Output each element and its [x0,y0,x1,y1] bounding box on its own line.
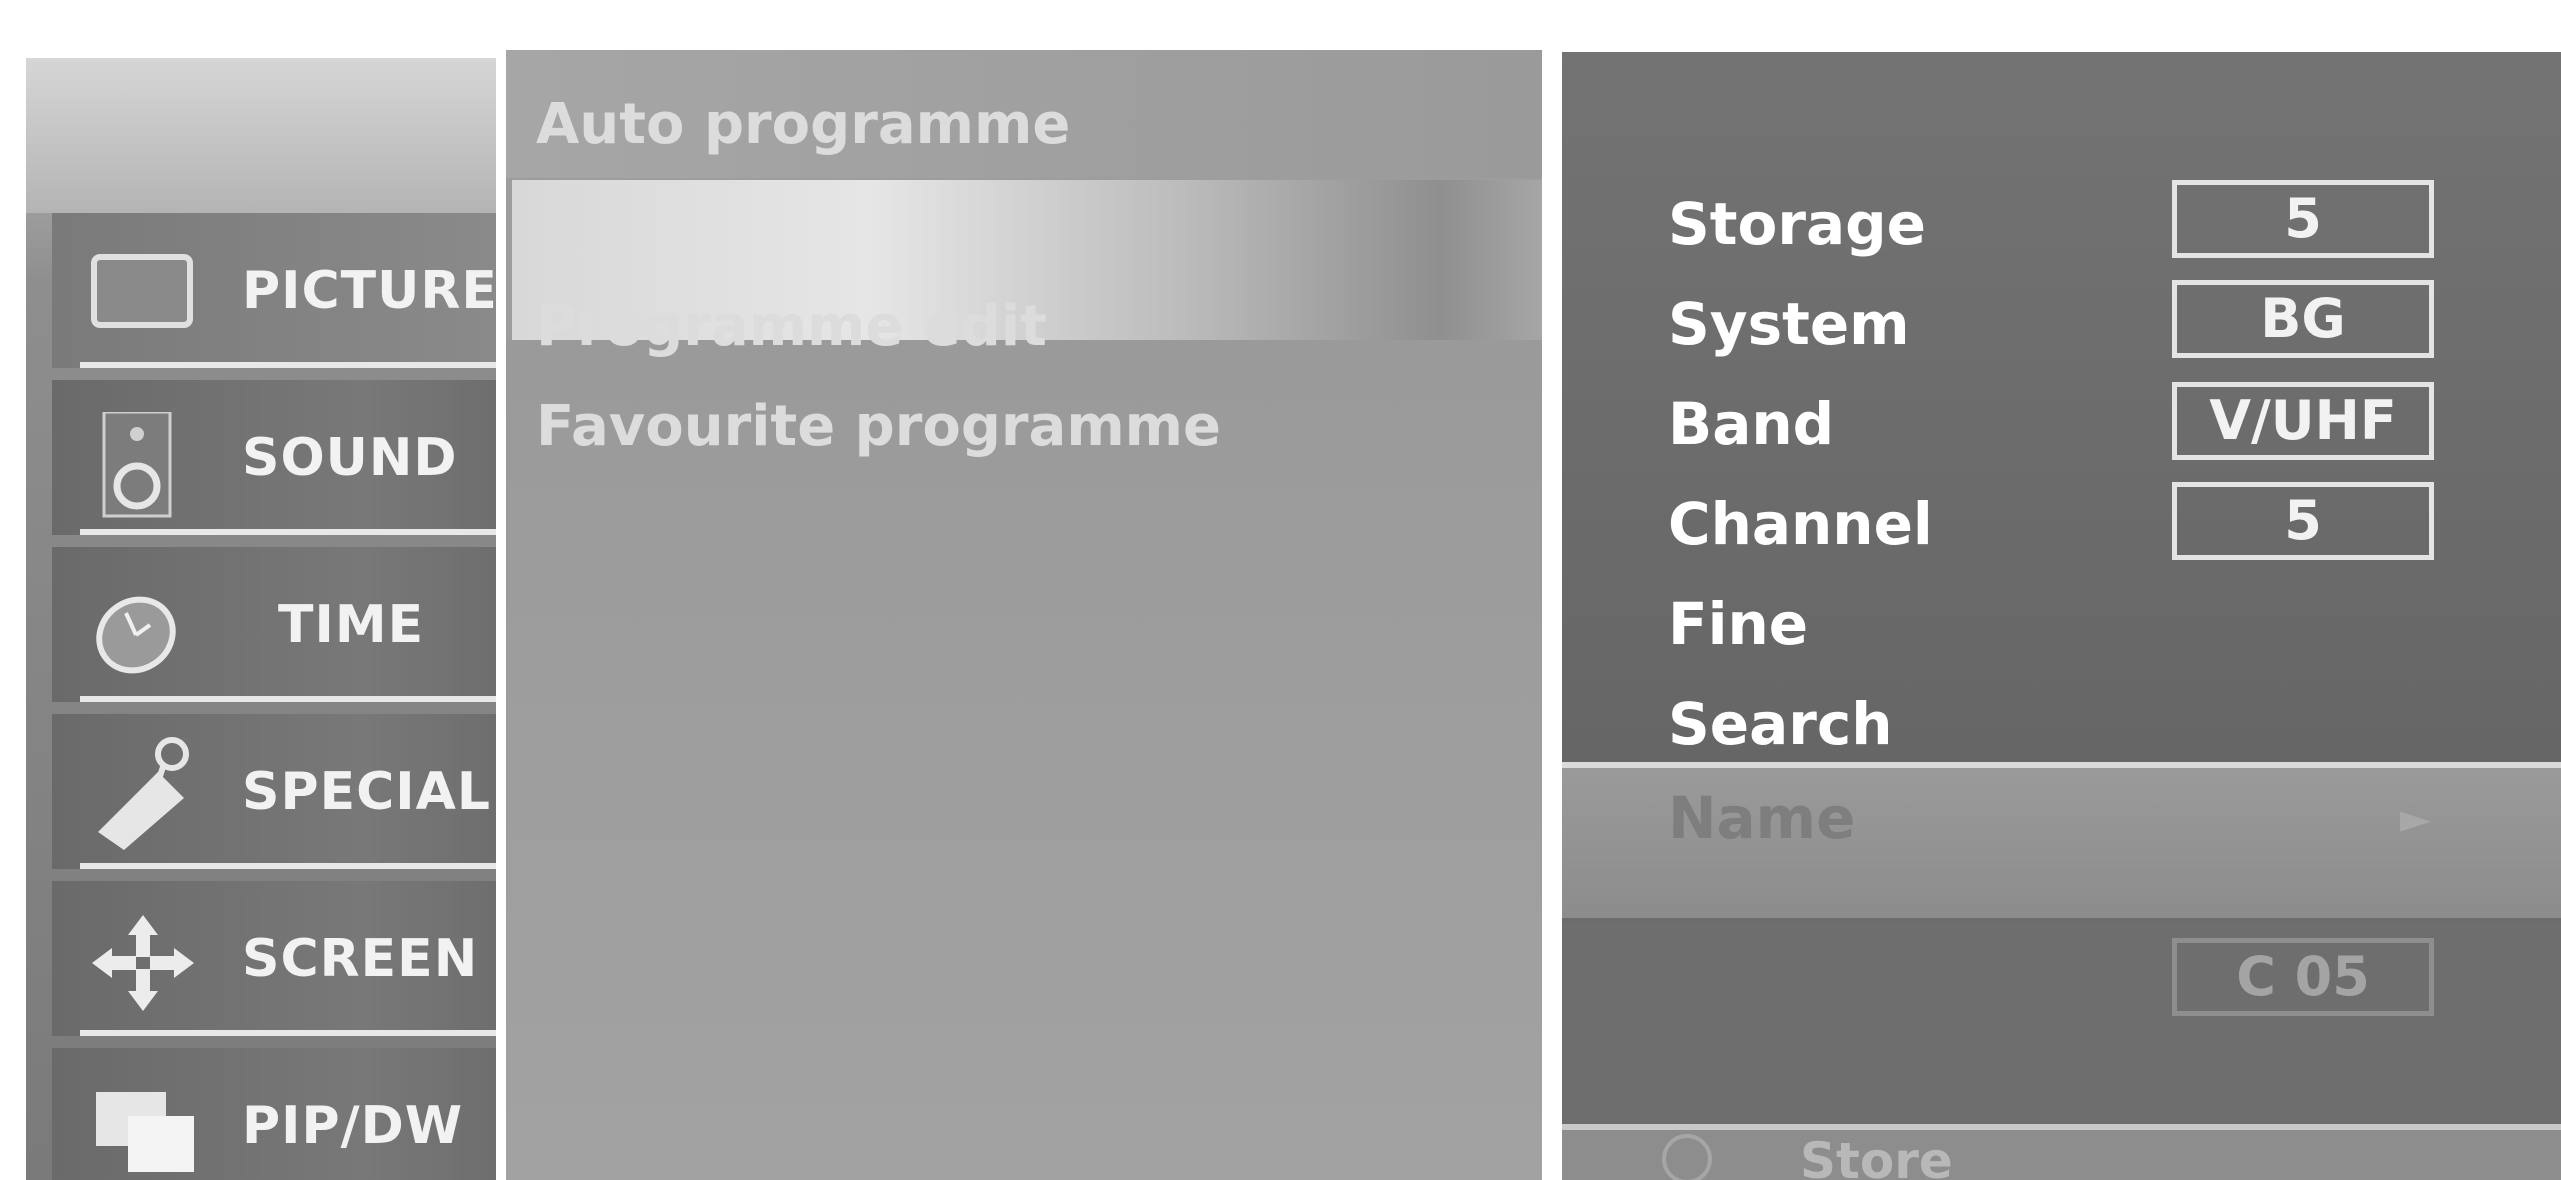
sidebar-item-sound[interactable]: SOUND [52,380,496,535]
tag-icon [88,732,198,850]
system-label: System [1668,290,1910,358]
sidebar-item-special[interactable]: SPECIAL [52,714,496,869]
store-bar[interactable]: Store [1562,1124,2561,1180]
fine-label[interactable]: Fine [1668,590,1808,658]
name-value-area: C 05 [1562,922,2561,1122]
band-value: V/UHF [2209,389,2397,452]
ok-button-icon [1662,1134,1712,1180]
system-value: BG [2260,287,2346,350]
sidebar-item-label: SCREEN [242,929,479,989]
storage-value-box[interactable]: 5 [2172,180,2434,258]
search-label[interactable]: Search [1668,690,1893,758]
sidebar-item-label: PICTURE [242,261,498,321]
name-row[interactable]: Name ► [1562,768,2561,918]
channel-value: 5 [2284,489,2322,552]
speaker-icon [88,410,198,518]
channel-label: Channel [1668,490,1933,558]
divider [80,863,496,869]
arrow-right-icon: ► [2400,796,2431,842]
name-label: Name [1668,784,1856,852]
sidebar-header [26,58,496,213]
pip-icon [88,1080,198,1172]
divider [80,1030,496,1036]
menu-body [506,340,1542,1180]
name-value-box[interactable]: C 05 [2172,938,2434,1016]
move-arrows-icon [88,913,198,1011]
storage-value: 5 [2284,187,2322,250]
picture-icon [88,245,198,335]
sidebar-item-label: SOUND [242,428,458,488]
sidebar-item-label: SPECIAL [242,762,491,822]
menu-item-programme-edit[interactable]: Programme edit [536,294,1047,359]
sidebar-item-label: TIME [278,595,425,655]
programme-submenu: Auto programme Programme edit Favourite … [506,50,1542,1180]
sidebar-item-picture[interactable]: PICTURE [52,213,498,368]
divider [80,696,496,702]
sidebar-item-label: PIP/DW [242,1096,464,1156]
sidebar-item-pipdw[interactable]: PIP/DW [52,1048,496,1180]
divider [80,362,496,368]
system-value-box[interactable]: BG [2172,280,2434,358]
band-value-box[interactable]: V/UHF [2172,382,2434,460]
channel-value-box[interactable]: 5 [2172,482,2434,560]
manual-programme-panel: Storage 5 System BG Band V/UHF Channel 5… [1562,52,2561,1180]
name-value: C 05 [2236,945,2370,1008]
tv-osd-screen: PICTURE SOUND TIME SPECIAL SCREEN PIP/DW… [0,0,2561,1180]
band-label: Band [1668,390,1835,458]
divider [80,529,496,535]
storage-label: Storage [1668,190,1926,258]
store-label: Store [1800,1132,1953,1180]
menu-item-auto-programme[interactable]: Auto programme [536,92,1070,157]
sidebar-item-time[interactable]: TIME [52,547,496,702]
menu-item-favourite-programme[interactable]: Favourite programme [536,394,1221,459]
clock-icon [88,579,198,674]
main-menu-sidebar: PICTURE SOUND TIME SPECIAL SCREEN PIP/DW [26,58,498,1180]
sidebar-item-screen[interactable]: SCREEN [52,881,496,1036]
